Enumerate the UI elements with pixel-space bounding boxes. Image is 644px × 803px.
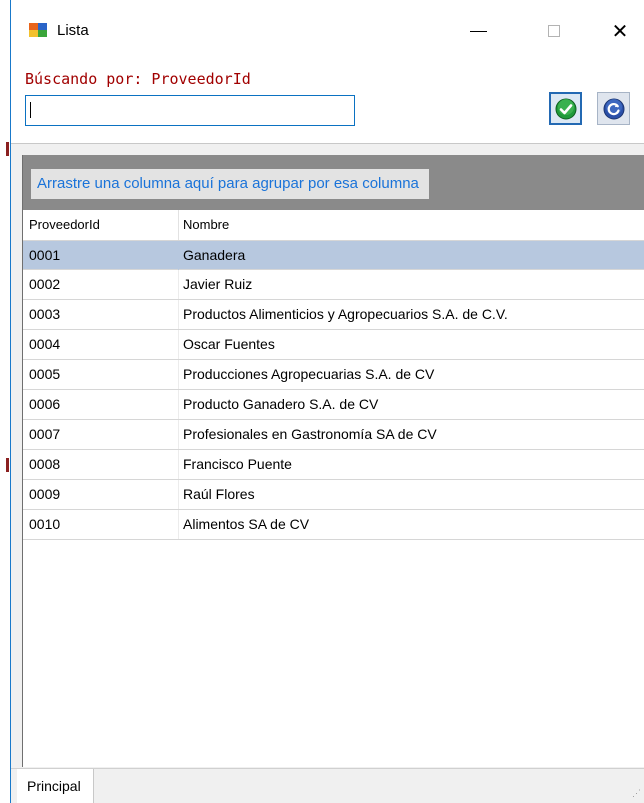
accept-button[interactable] <box>549 92 582 125</box>
table-row[interactable]: 0009 Raúl Flores <box>23 480 644 510</box>
tab-principal[interactable]: Principal <box>17 769 94 803</box>
cell-proveedorid: 0004 <box>29 330 179 359</box>
data-grid: Arrastre una columna aquí para agrupar p… <box>22 155 644 767</box>
cell-proveedorid: 0001 <box>29 241 179 270</box>
group-panel[interactable]: Arrastre una columna aquí para agrupar p… <box>23 155 644 210</box>
cell-nombre: Oscar Fuentes <box>183 336 275 352</box>
cell-proveedorid: 0009 <box>29 480 179 509</box>
cell-nombre: Producto Ganadero S.A. de CV <box>183 396 379 412</box>
title-bar[interactable]: Lista ✕ <box>11 0 644 58</box>
table-row[interactable]: 0010 Alimentos SA de CV <box>23 510 644 540</box>
cell-proveedorid: 0010 <box>29 510 179 539</box>
refresh-icon <box>603 98 624 119</box>
cell-proveedorid: 0007 <box>29 420 179 449</box>
cell-nombre: Ganadera <box>183 247 246 263</box>
cell-nombre: Raúl Flores <box>183 486 255 502</box>
cell-nombre: Producciones Agropecuarias S.A. de CV <box>183 366 435 382</box>
cell-proveedorid: 0002 <box>29 270 179 299</box>
checkmark-icon <box>555 98 576 119</box>
table-row[interactable]: 0003 Productos Alimenticios y Agropecuar… <box>23 300 644 330</box>
desktop-edge <box>0 0 10 803</box>
close-icon: ✕ <box>611 20 629 43</box>
refresh-button[interactable] <box>597 92 630 125</box>
group-hint: Arrastre una columna aquí para agrupar p… <box>31 169 429 199</box>
table-row[interactable]: 0004 Oscar Fuentes <box>23 330 644 360</box>
cell-nombre: Alimentos SA de CV <box>183 516 310 532</box>
cell-proveedorid: 0005 <box>29 360 179 389</box>
tab-strip: Principal ⋰ <box>11 768 644 803</box>
app-icon <box>29 23 47 37</box>
table-row-selected[interactable]: 0001 Ganadera <box>23 240 644 270</box>
search-input[interactable] <box>25 95 355 126</box>
cell-nombre: Francisco Puente <box>183 456 292 472</box>
search-panel: Búscando por: ProveedorId <box>11 58 644 144</box>
cell-nombre: Profesionales en Gastronomía SA de CV <box>183 426 437 442</box>
column-header-nombre[interactable]: Nombre <box>183 210 229 240</box>
table-row[interactable]: 0006 Producto Ganadero S.A. de CV <box>23 390 644 420</box>
search-label: Búscando por: ProveedorId <box>25 70 251 88</box>
minimize-button[interactable] <box>455 12 501 50</box>
cell-proveedorid: 0003 <box>29 300 179 329</box>
column-header-proveedorid[interactable]: ProveedorId <box>29 210 179 240</box>
lista-window: Lista ✕ Búscando por: ProveedorId Arrast… <box>10 0 644 803</box>
grid-header: ProveedorId Nombre <box>23 210 644 240</box>
cell-nombre: Javier Ruiz <box>183 276 253 292</box>
table-row[interactable]: 0008 Francisco Puente <box>23 450 644 480</box>
window-title: Lista <box>57 22 89 39</box>
close-button[interactable]: ✕ <box>597 12 643 50</box>
background-mark <box>6 142 9 156</box>
maximize-icon <box>548 25 560 37</box>
cell-proveedorid: 0006 <box>29 390 179 419</box>
cell-nombre: Productos Alimenticios y Agropecuarios S… <box>183 306 508 322</box>
maximize-button[interactable] <box>531 12 577 50</box>
text-caret <box>30 102 31 118</box>
cell-proveedorid: 0008 <box>29 450 179 479</box>
table-row[interactable]: 0005 Producciones Agropecuarias S.A. de … <box>23 360 644 390</box>
background-mark <box>6 458 9 472</box>
minimize-icon <box>469 30 487 32</box>
table-row[interactable]: 0002 Javier Ruiz <box>23 270 644 300</box>
table-row[interactable]: 0007 Profesionales en Gastronomía SA de … <box>23 420 644 450</box>
grid-rows: 0001 Ganadera 0002 Javier Ruiz 0003 Prod… <box>23 240 644 540</box>
resize-grip-icon[interactable]: ⋰ <box>632 788 641 799</box>
